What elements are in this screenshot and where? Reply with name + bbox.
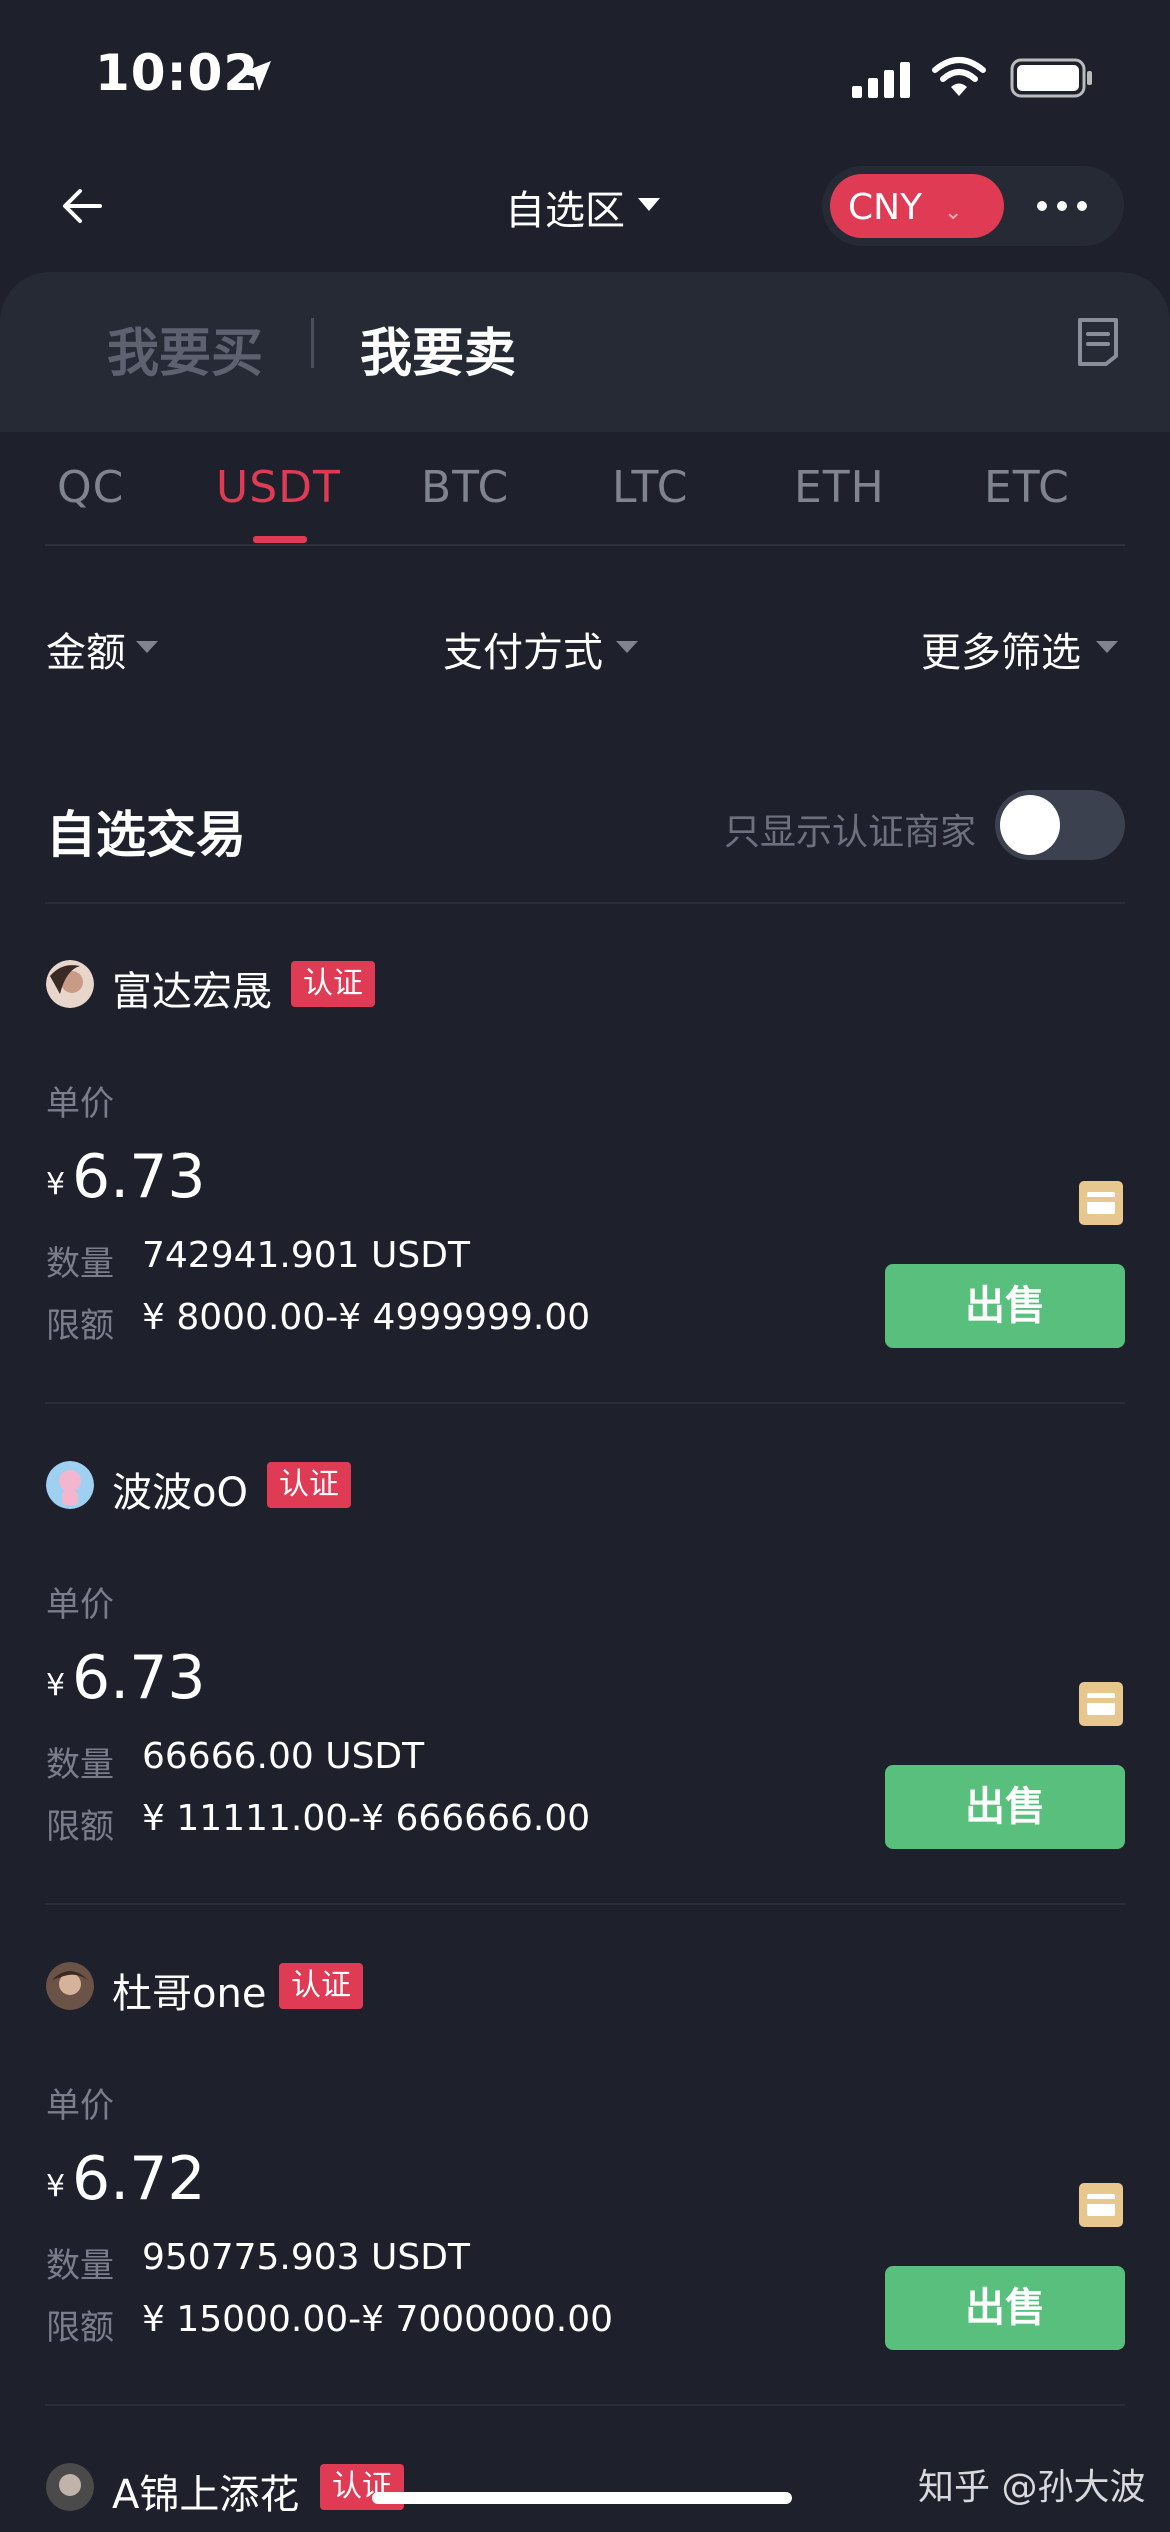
quantity-label: 数量	[46, 2246, 114, 2286]
quantity-value: 742941.901 USDT	[142, 1235, 470, 1276]
status-time: 10:02	[95, 44, 260, 102]
location-arrow-icon	[241, 61, 271, 91]
row-divider	[45, 1903, 1125, 1905]
filter-payment[interactable]: 支付方式	[443, 620, 603, 678]
title-dropdown-icon[interactable]	[638, 198, 660, 211]
sell-button[interactable]: 出售	[885, 1264, 1125, 1348]
currency-chevron-icon: ⌄	[944, 200, 963, 225]
watermark: 知乎 @孙大波	[918, 2467, 1146, 2508]
bank-card-icon	[1079, 2183, 1123, 2227]
coin-tab-eth[interactable]: ETH	[794, 462, 885, 513]
merchant-name[interactable]: 杜哥one	[112, 1961, 266, 2019]
tab-sell[interactable]: 我要卖	[360, 311, 516, 386]
limit-value: ¥ 11111.00-¥ 666666.00	[142, 1798, 591, 1839]
unit-price-label: 单价	[46, 2086, 114, 2126]
yen-symbol: ¥	[46, 1167, 66, 1202]
active-coin-indicator	[253, 536, 307, 543]
unit-price: 6.73	[72, 1142, 206, 1212]
merchant-avatar[interactable]	[46, 960, 94, 1008]
yen-symbol: ¥	[46, 1668, 66, 1703]
toggle-knob	[1000, 795, 1060, 855]
currency-label: CNY	[848, 187, 923, 228]
merchant-name[interactable]: 波波oO	[112, 1460, 248, 1518]
unit-price: 6.73	[72, 1643, 206, 1713]
nav-title[interactable]: 自选区	[505, 178, 625, 236]
tab-divider	[311, 318, 314, 368]
merchant-avatar[interactable]	[46, 1962, 94, 2010]
cellular-signal-icon	[852, 62, 910, 98]
bank-card-icon	[1079, 1682, 1123, 1726]
verified-badge: 认证	[291, 961, 375, 1007]
limit-label: 限额	[46, 2308, 114, 2348]
quantity-value: 66666.00 USDT	[142, 1736, 425, 1777]
filter-amount[interactable]: 金额	[46, 620, 126, 678]
limit-label: 限额	[46, 1807, 114, 1847]
more-options-icon[interactable]	[1036, 200, 1088, 212]
section-divider	[45, 902, 1125, 904]
quantity-label: 数量	[46, 1244, 114, 1284]
unit-price-label: 单价	[46, 1084, 114, 1124]
unit-price: 6.72	[72, 2144, 206, 2214]
merchant-name[interactable]: 富达宏晟	[112, 959, 272, 1017]
sell-button[interactable]: 出售	[885, 1765, 1125, 1849]
unit-price-label: 单价	[46, 1585, 114, 1625]
coin-tabs-divider	[45, 544, 1125, 546]
limit-value: ¥ 8000.00-¥ 4999999.00	[142, 1297, 591, 1338]
verified-badge: 认证	[267, 1462, 351, 1508]
section-title: 自选交易	[46, 806, 246, 864]
limit-label: 限额	[46, 1306, 114, 1346]
coin-tab-btc[interactable]: BTC	[421, 462, 509, 513]
wifi-icon	[932, 57, 986, 96]
payment-caret-icon	[616, 641, 638, 653]
yen-symbol: ¥	[46, 2169, 66, 2204]
amount-caret-icon	[136, 641, 158, 653]
more-filter-caret-icon	[1096, 641, 1118, 653]
sell-button[interactable]: 出售	[885, 2266, 1125, 2350]
verified-badge: 认证	[279, 1963, 363, 2009]
merchant-avatar[interactable]	[46, 2463, 94, 2511]
quantity-value: 950775.903 USDT	[142, 2237, 470, 2278]
home-indicator[interactable]	[372, 2492, 792, 2504]
row-divider	[45, 1402, 1125, 1404]
orders-document-icon[interactable]	[1076, 316, 1120, 368]
back-arrow-icon[interactable]	[60, 186, 104, 226]
bank-card-icon	[1079, 1181, 1123, 1225]
battery-icon	[1010, 58, 1092, 98]
quantity-label: 数量	[46, 1745, 114, 1785]
coin-tab-etc[interactable]: ETC	[984, 462, 1070, 513]
row-divider	[45, 2404, 1125, 2406]
filter-more[interactable]: 更多筛选	[921, 620, 1081, 678]
merchant-name[interactable]: A锦上添花	[112, 2462, 299, 2520]
coin-tab-ltc[interactable]: LTC	[612, 462, 688, 513]
coin-tab-qc[interactable]: QC	[57, 462, 124, 513]
limit-value: ¥ 15000.00-¥ 7000000.00	[142, 2299, 614, 2340]
verified-only-label: 只显示认证商家	[724, 812, 977, 853]
tab-buy[interactable]: 我要买	[107, 311, 263, 386]
coin-tab-usdt[interactable]: USDT	[216, 462, 341, 513]
merchant-avatar[interactable]	[46, 1461, 94, 1509]
